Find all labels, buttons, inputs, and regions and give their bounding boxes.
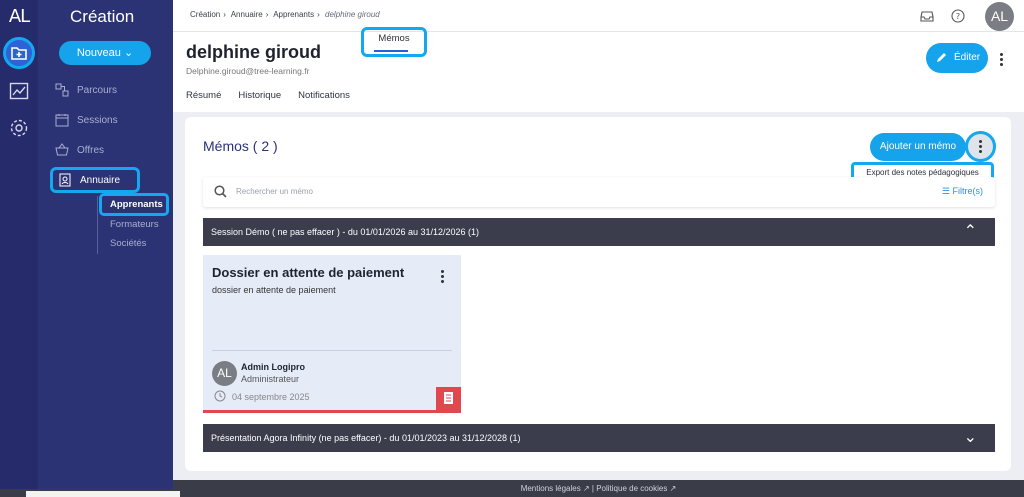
sidebar-item-label: Sessions — [77, 114, 118, 126]
new-button-label: Nouveau — [76, 47, 121, 59]
submenu-divider — [97, 196, 98, 254]
sidebar-item-label: Offres — [77, 144, 105, 156]
chevron-up-icon[interactable]: ⌃ — [964, 218, 977, 246]
memos-more-button[interactable] — [965, 131, 996, 162]
memo-title: Dossier en attente de paiement — [212, 265, 405, 280]
creation-folder-icon[interactable] — [3, 37, 35, 69]
profile-header: delphine giroud Delphine.giroud@tree-lea… — [173, 27, 1024, 112]
edit-button-label: Éditer — [954, 52, 981, 63]
tab-resume[interactable]: Résumé — [186, 90, 221, 101]
add-memo-button[interactable]: Ajouter un mémo — [870, 133, 966, 161]
author-avatar: AL — [212, 361, 237, 386]
more-options-icon — [979, 140, 983, 155]
memos-panel: Mémos ( 2 ) Ajouter un mémo Export des n… — [185, 117, 1011, 471]
memo-group-header[interactable]: Session Démo ( ne pas effacer ) - du 01/… — [203, 218, 995, 246]
taskbar-strip — [0, 489, 180, 497]
user-avatar[interactable]: AL — [985, 2, 1014, 31]
clock-icon — [214, 390, 226, 402]
sidebar-item-label: Annuaire — [80, 174, 121, 186]
breadcrumb-item[interactable]: Apprenants — [273, 10, 314, 19]
breadcrumb-separator-icon: › — [317, 10, 320, 19]
chevron-down-icon: ⌄ — [123, 47, 134, 59]
sidebar-subitem-apprenants[interactable]: Apprenants — [99, 193, 169, 216]
memo-author: Admin Logipro — [241, 362, 305, 372]
settings-gear-icon[interactable] — [9, 118, 29, 138]
top-bar: Création › Annuaire › Apprenants › delphine… — [173, 0, 1024, 32]
profile-email: Delphine.giroud@tree-learning.fr — [186, 66, 310, 76]
external-link-icon: ↗ — [669, 484, 677, 493]
filter-button[interactable]: ☰ Filtre(s) — [942, 186, 983, 197]
memo-group-label: Présentation Agora Infinity (ne pas effa… — [211, 433, 521, 443]
sidebar-item-offres[interactable]: Offres — [55, 140, 104, 160]
breadcrumb-current: delphine giroud — [325, 10, 380, 19]
external-link-icon: ↗ | — [582, 484, 597, 493]
page-footer: Mentions légales ↗ | Politique de cookie… — [173, 480, 1024, 497]
basket-icon — [55, 143, 69, 156]
breadcrumb-item[interactable]: Annuaire — [231, 10, 263, 19]
cookie-policy-link[interactable]: Politique de cookies — [596, 484, 667, 493]
sidebar-item-sessions[interactable]: Sessions — [55, 110, 118, 130]
search-placeholder: Rechercher un mémo — [236, 187, 313, 196]
sidebar-item-label: Parcours — [77, 84, 118, 96]
stats-chart-icon[interactable] — [9, 81, 29, 101]
tab-memos[interactable]: Mémos — [361, 27, 427, 57]
memo-divider — [212, 350, 452, 351]
sidebar-title: Création — [70, 7, 135, 26]
inbox-icon[interactable] — [920, 9, 934, 23]
address-book-icon — [59, 173, 71, 187]
memo-group-label: Session Démo ( ne pas effacer ) - du 01/… — [211, 227, 480, 237]
more-options-icon[interactable] — [1000, 53, 1004, 68]
page-title: delphine giroud — [186, 42, 321, 62]
memo-body: dossier en attente de paiement — [212, 285, 336, 295]
help-icon[interactable]: ? — [951, 9, 965, 23]
search-icon — [214, 185, 227, 198]
memo-more-icon[interactable] — [441, 270, 445, 285]
active-tab-indicator — [374, 50, 408, 52]
sidebar-subitem-formateurs[interactable]: Formateurs — [110, 219, 159, 230]
svg-text:?: ? — [956, 12, 960, 21]
tab-historique[interactable]: Historique — [238, 90, 281, 101]
parcours-icon — [55, 83, 69, 97]
icon-rail: AL — [0, 0, 38, 497]
app-logo[interactable]: AL — [0, 0, 38, 34]
memo-group-header[interactable]: Présentation Agora Infinity (ne pas effa… — [203, 424, 995, 452]
tab-bar: Résumé Historique Notifications — [186, 90, 350, 101]
memo-date: 04 septembre 2025 — [232, 392, 310, 402]
calendar-icon — [55, 114, 69, 127]
chevron-down-icon[interactable]: ⌄ — [964, 424, 977, 452]
memos-heading: Mémos ( 2 ) — [203, 138, 278, 154]
breadcrumb-item[interactable]: Création — [190, 10, 220, 19]
breadcrumb: Création › Annuaire › Apprenants › delphine… — [190, 10, 380, 19]
tab-memos-label: Mémos — [378, 33, 410, 44]
pencil-icon — [937, 53, 946, 62]
edit-button[interactable]: Éditer — [926, 43, 988, 73]
sidebar-item-annuaire[interactable]: Annuaire — [50, 167, 140, 193]
new-button[interactable]: Nouveau ⌄ — [59, 41, 151, 65]
sidebar-item-parcours[interactable]: Parcours — [55, 80, 117, 100]
tab-notifications[interactable]: Notifications — [298, 90, 350, 101]
memo-author-role: Administrateur — [241, 374, 300, 384]
secondary-sidebar: Création Nouveau ⌄ Parcours Sessions Off… — [38, 0, 173, 497]
filter-sliders-icon: ☰ — [941, 186, 950, 196]
breadcrumb-separator-icon: › — [223, 10, 226, 19]
memo-card[interactable]: Dossier en attente de paiement dossier e… — [203, 255, 461, 413]
memo-search[interactable]: Rechercher un mémo ☰ Filtre(s) — [203, 177, 995, 207]
taskbar-search-area — [26, 491, 180, 497]
document-icon[interactable] — [436, 387, 461, 410]
filter-label: Filtre(s) — [952, 186, 984, 196]
breadcrumb-separator-icon: › — [265, 10, 269, 19]
sidebar-subitem-societes[interactable]: Sociétés — [110, 238, 146, 249]
legal-notice-link[interactable]: Mentions légales — [521, 484, 581, 493]
